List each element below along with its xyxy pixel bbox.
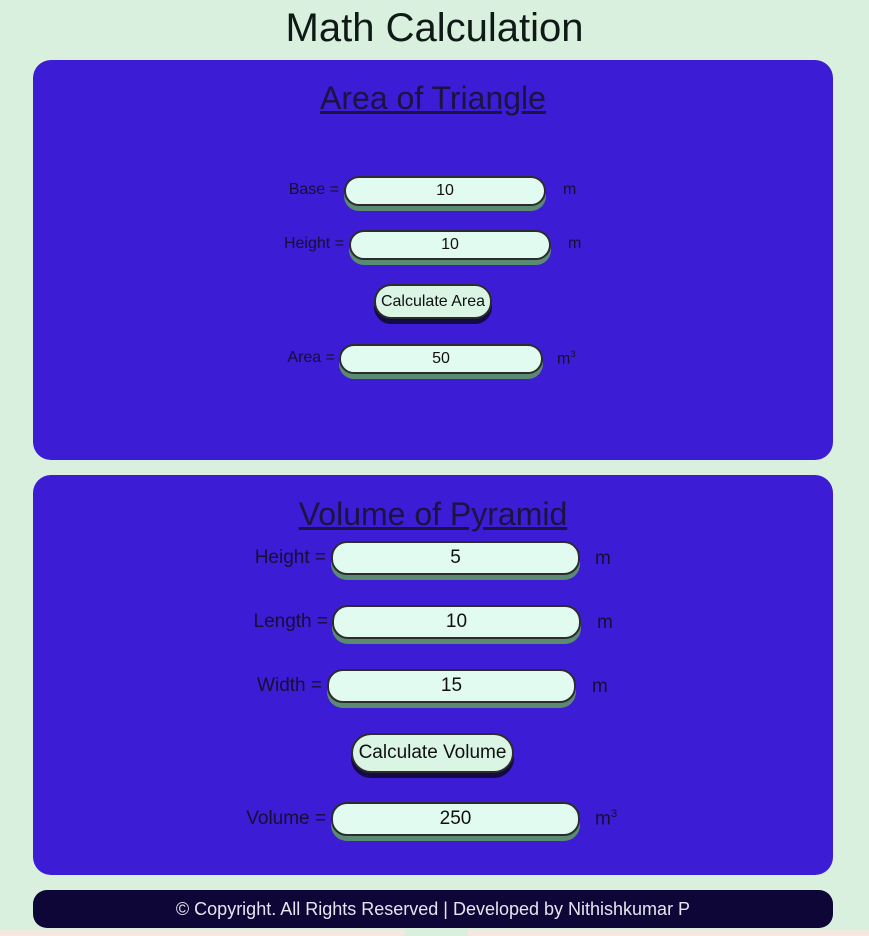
length-unit: m — [597, 612, 613, 633]
calculate-area-button[interactable]: Calculate Area — [374, 284, 492, 319]
pyramid-card: Volume of Pyramid Height = m Length = m … — [33, 475, 833, 875]
calculate-volume-button[interactable]: Calculate Volume — [351, 733, 514, 773]
width-unit: m — [592, 676, 608, 697]
base-input[interactable] — [344, 176, 546, 206]
bottom-strip-left — [0, 930, 405, 936]
width-label: Width = — [257, 675, 322, 696]
width-input[interactable] — [327, 669, 576, 703]
triangle-title: Area of Triangle — [320, 80, 546, 116]
area-unit: m3 — [557, 349, 576, 368]
height-input[interactable] — [349, 230, 551, 260]
volume-output[interactable] — [331, 802, 580, 836]
pyramid-title: Volume of Pyramid — [298, 496, 568, 532]
pyramid-height-input[interactable] — [331, 541, 580, 575]
pyramid-height-unit: m — [595, 548, 611, 569]
bottom-strip-right — [468, 930, 869, 936]
footer: © Copyright. All Rights Reserved | Devel… — [33, 890, 833, 928]
volume-unit: m3 — [595, 808, 618, 830]
height-label: Height = — [283, 235, 344, 252]
length-input[interactable] — [332, 605, 581, 639]
triangle-card: Area of Triangle Base = m Height = m Cal… — [33, 60, 833, 460]
page-title: Math Calculation — [285, 6, 584, 50]
volume-label: Volume = — [246, 808, 326, 829]
base-unit: m — [563, 181, 577, 198]
footer-text: © Copyright. All Rights Reserved | Devel… — [175, 899, 691, 919]
base-label: Base = — [288, 181, 339, 198]
height-unit: m — [568, 235, 582, 252]
area-label: Area = — [287, 349, 335, 366]
length-label: Length = — [253, 611, 329, 632]
pyramid-height-label: Height = — [254, 547, 326, 568]
area-output[interactable] — [339, 344, 543, 374]
